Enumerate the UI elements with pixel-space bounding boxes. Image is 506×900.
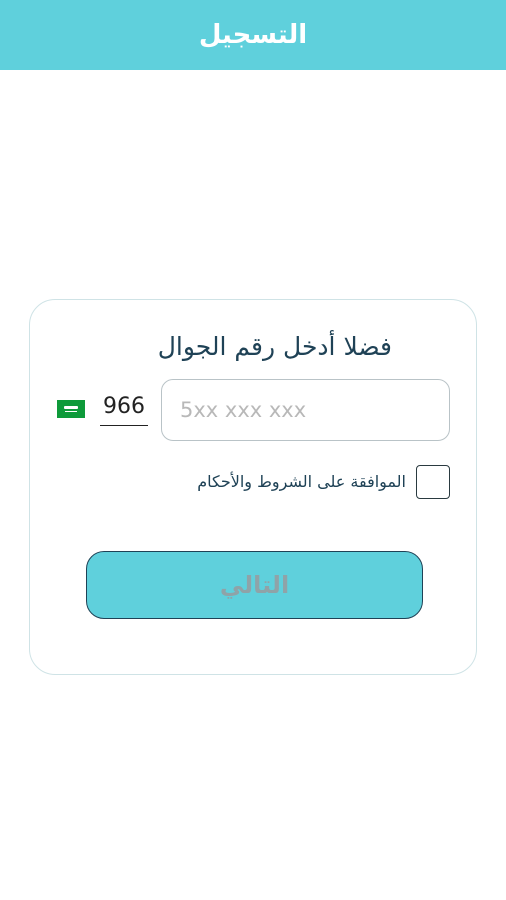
terms-label: الموافقة على الشروط والأحكام <box>197 472 406 491</box>
saudi-arabia-flag-icon <box>57 400 85 418</box>
next-button[interactable]: التالي <box>86 551 423 619</box>
card-title: فضلا أدخل رقم الجوال <box>157 332 392 361</box>
registration-card: فضلا أدخل رقم الجوال 966 الموافقة على ال… <box>29 299 477 675</box>
phone-input[interactable] <box>178 397 449 423</box>
phone-field[interactable] <box>161 379 450 441</box>
app-header: التسجيل <box>0 0 506 70</box>
country-code[interactable]: 966 <box>100 394 148 426</box>
terms-checkbox[interactable] <box>416 465 450 499</box>
page-title: التسجيل <box>198 20 308 50</box>
